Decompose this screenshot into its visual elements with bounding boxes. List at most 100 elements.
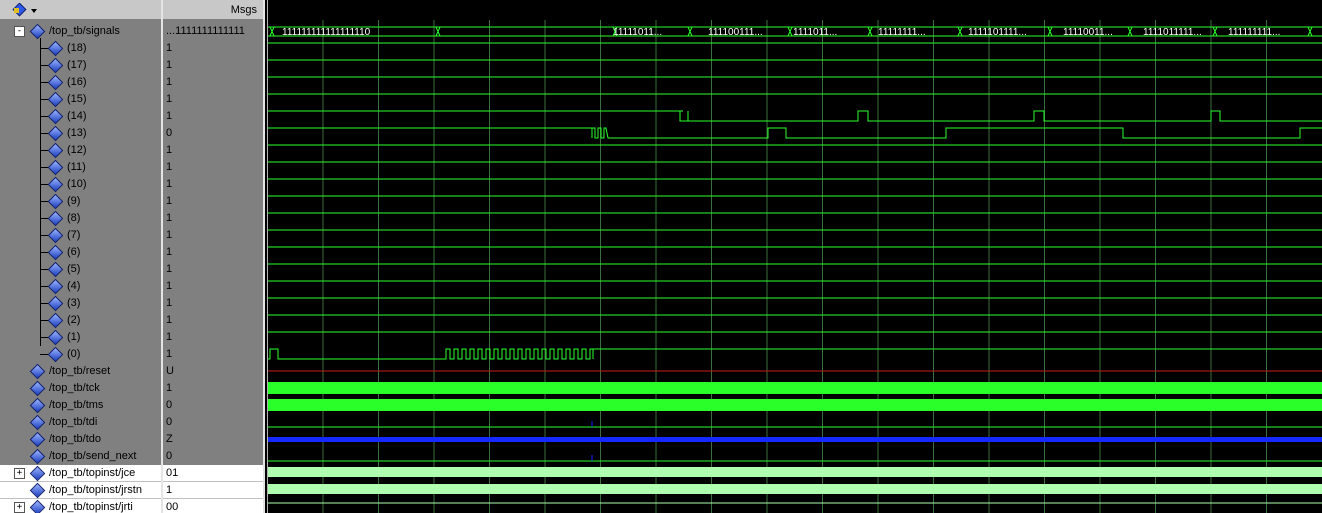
signal-name[interactable]: /top_tb/tdo — [49, 431, 101, 448]
signal-row[interactable]: (7) — [0, 227, 161, 244]
signal-row[interactable]: (8) — [0, 210, 161, 227]
signal-row[interactable]: + /top_tb/topinst/jrti — [0, 499, 161, 513]
signal-name[interactable]: /top_tb/topinst/jrstn — [49, 482, 142, 499]
signal-name[interactable]: (13) — [67, 125, 87, 142]
signal-value: 1 — [166, 263, 173, 275]
signal-value: 0 — [166, 127, 173, 139]
signal-row[interactable]: (4) — [0, 278, 161, 295]
value-row: Z — [163, 431, 263, 448]
signal-name[interactable]: (11) — [67, 159, 86, 176]
value-row: 1 — [163, 312, 263, 329]
signal-name[interactable]: (0) — [67, 346, 80, 363]
signal-waveform — [268, 348, 1322, 360]
bus-value-label: 11111111... — [878, 27, 926, 38]
signal-name[interactable]: (5) — [67, 261, 80, 278]
signal-name[interactable]: (16) — [67, 74, 87, 91]
signal-row[interactable]: /top_tb/send_next — [0, 448, 161, 465]
wave-time-header[interactable] — [268, 0, 1322, 20]
signal-row[interactable]: (0) — [0, 346, 161, 363]
signal-row[interactable]: (2) — [0, 312, 161, 329]
signal-icon — [47, 278, 64, 295]
signal-name[interactable]: (18) — [67, 40, 87, 57]
bus-value-label: 111100111... — [708, 27, 763, 38]
signal-name[interactable]: (10) — [67, 176, 87, 193]
collapse-icon[interactable]: - — [14, 26, 25, 37]
signal-row[interactable]: + /top_tb/topinst/jce — [0, 465, 161, 482]
signal-name[interactable]: /top_tb/tck — [49, 380, 100, 397]
bus-transition — [687, 26, 693, 37]
signal-name[interactable]: (6) — [67, 244, 80, 261]
signal-name[interactable]: /top_tb/tdi — [49, 414, 97, 431]
signal-row[interactable]: (16) — [0, 74, 161, 91]
signal-icon — [47, 312, 64, 329]
signal-row[interactable]: (15) — [0, 91, 161, 108]
signal-name[interactable]: (1) — [67, 329, 80, 346]
signal-name[interactable]: (8) — [67, 210, 80, 227]
signal-value: 1 — [166, 348, 173, 360]
signal-row[interactable]: (3) — [0, 295, 161, 312]
pane-divider-1[interactable] — [161, 0, 163, 513]
signal-name[interactable]: (7) — [67, 227, 80, 244]
bus-value-label: 1111101111... — [968, 27, 1027, 38]
signal-name[interactable]: (9) — [67, 193, 80, 210]
bus-transition — [787, 26, 793, 37]
signal-row[interactable]: /top_tb/tms — [0, 397, 161, 414]
signal-name[interactable]: /top_tb/send_next — [49, 448, 136, 465]
value-row: 1 — [163, 278, 263, 295]
signal-name[interactable]: /top_tb/reset — [49, 363, 110, 380]
signal-value: 1 — [166, 93, 173, 105]
signal-row[interactable]: (9) — [0, 193, 161, 210]
signal-row[interactable]: (12) — [0, 142, 161, 159]
signal-name[interactable]: (12) — [67, 142, 87, 159]
clock-waveform — [268, 399, 1322, 411]
signal-row[interactable]: (17) — [0, 57, 161, 74]
signal-icon — [47, 210, 64, 227]
bus-transition — [957, 26, 963, 37]
signal-row[interactable]: - /top_tb/signals — [0, 23, 161, 40]
signal-value: 1 — [166, 382, 173, 394]
value-row: 1 — [163, 210, 263, 227]
expand-icon[interactable]: + — [14, 468, 25, 479]
signal-name[interactable]: (15) — [67, 91, 87, 108]
value-row: 1 — [163, 108, 263, 125]
signal-name[interactable]: /top_tb/signals — [49, 23, 120, 40]
signal-value: 1 — [166, 42, 173, 54]
wave-tree-icon[interactable] — [12, 3, 38, 17]
signal-name[interactable]: (14) — [67, 108, 87, 125]
signal-row[interactable]: (5) — [0, 261, 161, 278]
signal-name[interactable]: (2) — [67, 312, 80, 329]
pane-divider-2[interactable] — [263, 0, 265, 513]
signal-row[interactable]: (6) — [0, 244, 161, 261]
signal-row[interactable]: /top_tb/reset — [0, 363, 161, 380]
signal-icon — [47, 159, 64, 176]
signal-row[interactable]: (11) — [0, 159, 161, 176]
signal-icon — [47, 346, 64, 363]
signal-name[interactable]: (3) — [67, 295, 80, 312]
value-row: 1 — [163, 176, 263, 193]
signal-name[interactable]: /top_tb/tms — [49, 397, 103, 414]
signal-value: 1 — [166, 195, 173, 207]
signal-row[interactable]: (13) — [0, 125, 161, 142]
bus-value-label: 111111111111111110 — [282, 27, 371, 38]
value-row: 0 — [163, 448, 263, 465]
signal-name[interactable]: /top_tb/topinst/jce — [49, 465, 135, 482]
value-row: U — [163, 363, 263, 380]
signal-row[interactable]: /top_tb/tck — [0, 380, 161, 397]
signal-row[interactable]: (10) — [0, 176, 161, 193]
expand-icon[interactable]: + — [14, 502, 25, 513]
waveform-pane[interactable]: 111111111111111110 11111011... 111100111..… — [268, 20, 1322, 513]
signal-row[interactable]: /top_tb/topinst/jrstn — [0, 482, 161, 499]
bus-transition — [269, 26, 275, 37]
signal-row[interactable]: /top_tb/tdo — [0, 431, 161, 448]
signal-icon — [47, 91, 64, 108]
signal-row[interactable]: (18) — [0, 40, 161, 57]
signal-icon — [29, 448, 46, 465]
bus-value-label: 111111111... — [1228, 27, 1280, 38]
signal-name[interactable]: (4) — [67, 278, 80, 295]
signal-row[interactable]: /top_tb/tdi — [0, 414, 161, 431]
signal-name[interactable]: /top_tb/topinst/jrti — [49, 499, 133, 513]
value-row: 1 — [163, 40, 263, 57]
signal-name[interactable]: (17) — [67, 57, 87, 74]
signal-row[interactable]: (14) — [0, 108, 161, 125]
signal-row[interactable]: (1) — [0, 329, 161, 346]
